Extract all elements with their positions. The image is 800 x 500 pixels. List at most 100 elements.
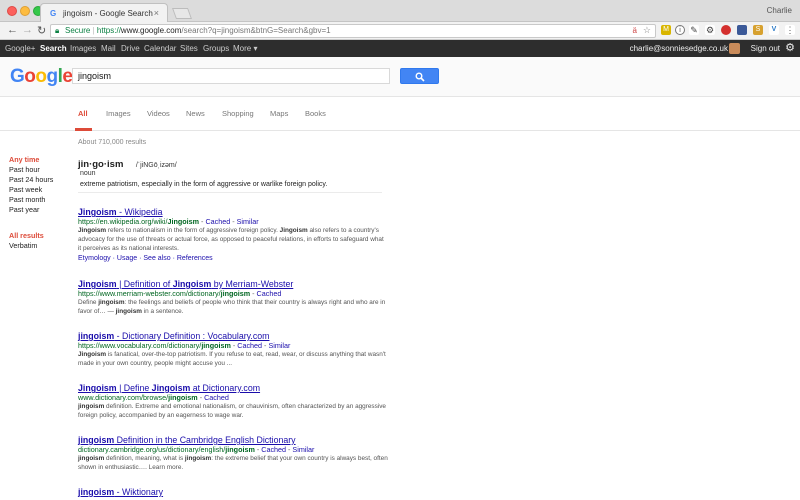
filter-past-month[interactable]: Past month: [9, 195, 69, 205]
filter-any-time[interactable]: Any time: [9, 155, 69, 165]
gbar-groups[interactable]: Groups: [203, 44, 229, 53]
divider: [78, 192, 382, 193]
tab-maps[interactable]: Maps: [270, 109, 288, 118]
close-window-button[interactable]: [7, 6, 17, 16]
reload-icon[interactable]: ↻: [37, 24, 46, 37]
menu-icon[interactable]: ⋮: [785, 25, 795, 35]
google-favicon-icon: G: [50, 9, 57, 18]
browser-tab[interactable]: G jingoism - Google Search ×: [40, 3, 168, 22]
gbar-sites[interactable]: Sites: [180, 44, 198, 53]
tab-close-icon[interactable]: ×: [154, 8, 159, 18]
cached-link[interactable]: Cached: [204, 393, 229, 402]
gbar-drive[interactable]: Drive: [121, 44, 140, 53]
search-result: Jingoism | Definition of Jingoism by Mer…: [78, 279, 388, 316]
extension-2-icon[interactable]: [737, 25, 747, 35]
similar-link[interactable]: Similar: [292, 445, 314, 454]
info-icon[interactable]: i: [675, 25, 685, 35]
bookmark-star-icon[interactable]: ☆: [643, 24, 651, 36]
tab-videos[interactable]: Videos: [147, 109, 170, 118]
filter-past-week[interactable]: Past week: [9, 185, 69, 195]
result-title-link[interactable]: jingoism Definition in the Cambridge Eng…: [78, 435, 388, 445]
url-host: www.google.com: [120, 26, 182, 35]
settings-gear-icon[interactable]: ⚙: [785, 41, 795, 54]
result-url: https://en.wikipedia.org/wiki/Jingoism -…: [78, 217, 259, 226]
search-result: jingoism - Dictionary Definition : Vocab…: [78, 331, 388, 368]
dictionary-pronunciation: /ˈjiNGōˌizəm/: [135, 162, 177, 169]
tab-books[interactable]: Books: [305, 109, 326, 118]
result-title-link[interactable]: jingoism - Wiktionary: [78, 487, 388, 497]
result-url: dictionary.cambridge.org/us/dictionary/e…: [78, 445, 315, 454]
tab-all[interactable]: All: [78, 109, 88, 118]
gbar-mail[interactable]: Mail: [101, 44, 116, 53]
dictionary-part-of-speech: noun: [80, 170, 96, 177]
tab-title: jingoism - Google Search: [63, 9, 153, 18]
forward-arrow-icon[interactable]: →: [22, 24, 33, 36]
avatar[interactable]: [729, 43, 740, 54]
gbar-calendar[interactable]: Calendar: [144, 44, 176, 53]
result-snippet: jingoism definition. Extreme and emotion…: [78, 403, 386, 419]
sitelink-see-also[interactable]: See also: [143, 255, 170, 262]
result-snippet: Jingoism is fanatical, over-the-top patr…: [78, 351, 386, 367]
dictionary-definition: extreme patriotism, especially in the fo…: [80, 181, 328, 188]
search-button[interactable]: [400, 68, 439, 84]
search-icon: [415, 72, 425, 82]
sign-out-link[interactable]: Sign out: [751, 44, 780, 53]
result-title-link[interactable]: jingoism - Dictionary Definition : Vocab…: [78, 331, 388, 341]
active-tab-indicator: [75, 128, 92, 131]
sitelink-references[interactable]: References: [177, 255, 213, 262]
result-snippet: jingoism definition, meaning, what is ji…: [78, 455, 388, 471]
google-bar: Google+ Search Images Mail Drive Calenda…: [0, 40, 800, 57]
stop-extension-icon[interactable]: [721, 25, 731, 35]
account-email[interactable]: charlie@sonniesedge.co.uk: [630, 44, 728, 53]
extension-4-icon[interactable]: V: [769, 25, 779, 35]
tab-news[interactable]: News: [186, 109, 205, 118]
dictionary-box: jin·go·ism /ˈjiNGōˌizəm/ noun extreme pa…: [78, 154, 382, 193]
result-title-link[interactable]: Jingoism | Definition of Jingoism by Mer…: [78, 279, 388, 289]
filter-verbatim[interactable]: Verbatim: [9, 241, 69, 251]
gbar-more[interactable]: More ▾: [233, 44, 257, 53]
translate-icon[interactable]: ä: [633, 25, 637, 37]
gbar-google-plus[interactable]: Google+: [5, 44, 35, 53]
sitelink-etymology[interactable]: Etymology: [78, 255, 111, 262]
gear-extension-icon[interactable]: ⚙: [705, 25, 715, 35]
dictionary-word: jin·go·ism: [78, 159, 124, 170]
pen-icon[interactable]: ✎: [689, 25, 699, 35]
result-title-link[interactable]: Jingoism | Define Jingoism at Dictionary…: [78, 383, 388, 393]
search-input[interactable]: jingoism: [72, 68, 390, 84]
logo-letter: e: [62, 66, 73, 87]
filter-past-24-hours[interactable]: Past 24 hours: [9, 175, 69, 185]
cached-link[interactable]: Cached: [205, 217, 230, 226]
cached-link[interactable]: Cached: [257, 289, 282, 298]
url-scheme: https://: [96, 26, 121, 35]
logo-letter: G: [10, 66, 25, 87]
gbar-search[interactable]: Search: [40, 44, 67, 53]
search-header: Google jingoism: [0, 57, 800, 97]
search-result: jingoism Definition in the Cambridge Eng…: [78, 435, 388, 472]
filter-past-hour[interactable]: Past hour: [9, 165, 69, 175]
lock-icon: 🔒︎: [55, 26, 60, 35]
similar-link[interactable]: Similar: [237, 217, 259, 226]
sitelink-usage[interactable]: Usage: [117, 255, 137, 262]
back-arrow-icon[interactable]: ←: [7, 24, 18, 36]
cached-link[interactable]: Cached: [237, 341, 262, 350]
result-stats: About 710,000 results: [78, 139, 147, 146]
sitelinks: Etymology · Usage · See also · Reference…: [78, 255, 213, 262]
new-tab-button[interactable]: [171, 8, 193, 19]
address-bar[interactable]: 🔒︎ Secure | https://www.google.com/searc…: [50, 24, 656, 38]
gbar-images[interactable]: Images: [70, 44, 96, 53]
filter-past-year[interactable]: Past year: [9, 205, 69, 215]
tab-images[interactable]: Images: [106, 109, 131, 118]
extension-3-icon[interactable]: S: [753, 25, 763, 35]
minimize-window-button[interactable]: [20, 6, 30, 16]
google-logo[interactable]: Google: [10, 66, 73, 88]
filter-all-results[interactable]: All results: [9, 231, 69, 241]
similar-link[interactable]: Similar: [268, 341, 290, 350]
extension-1-icon[interactable]: M: [661, 25, 671, 35]
cached-link[interactable]: Cached: [261, 445, 286, 454]
secure-label: Secure: [65, 26, 91, 35]
profile-name[interactable]: Charlie: [767, 6, 792, 15]
tab-shopping[interactable]: Shopping: [222, 109, 254, 118]
search-tools: Any time Past hour Past 24 hours Past we…: [9, 155, 69, 251]
search-tabs: All Images Videos News Shopping Maps Boo…: [0, 97, 800, 131]
result-title-link[interactable]: Jingoism - Wikipedia: [78, 207, 388, 217]
